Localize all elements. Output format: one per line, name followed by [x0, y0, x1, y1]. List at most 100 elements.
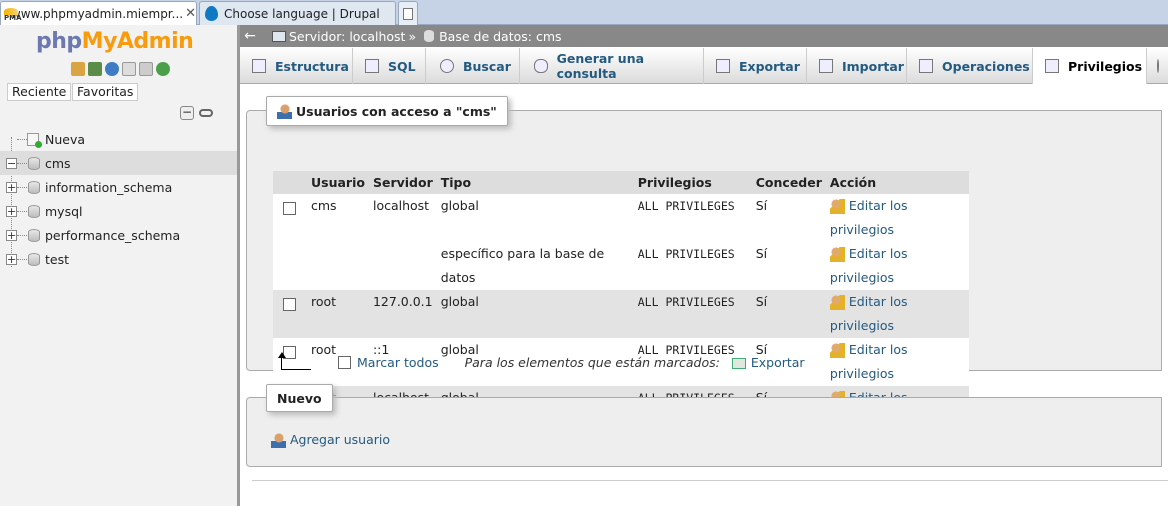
tree-item-cms[interactable]: − cms — [0, 151, 237, 175]
sql-icon — [365, 59, 379, 73]
tree-item-label[interactable]: test — [45, 252, 69, 267]
help-icon[interactable] — [105, 62, 119, 76]
tab-export[interactable]: Exportar — [704, 48, 807, 84]
tree-item-label[interactable]: information_schema — [45, 180, 172, 195]
tree-item-new[interactable]: Nueva — [0, 127, 237, 151]
tree-item-label[interactable]: cms — [45, 156, 71, 171]
add-user-link[interactable]: Agregar usuario — [271, 432, 390, 448]
edit-privileges-link[interactable]: Editar los privilegios — [825, 338, 969, 386]
expand-node-icon[interactable]: + — [6, 205, 17, 217]
col-action: Acción — [825, 171, 969, 194]
home-icon[interactable] — [71, 62, 85, 76]
tree-item-test[interactable]: + test — [0, 247, 237, 271]
wrench-icon — [919, 59, 933, 73]
collapse-node-icon[interactable]: − — [6, 157, 17, 169]
row-checkbox[interactable] — [283, 298, 296, 311]
divider — [252, 480, 1168, 481]
arrow-up-icon — [278, 351, 311, 370]
database-icon — [28, 204, 40, 218]
tree-item-label[interactable]: mysql — [45, 204, 83, 219]
phpmyadmin-logo[interactable]: phpMyAdmin — [36, 29, 194, 54]
docs-icon[interactable] — [122, 62, 136, 76]
cell-host — [368, 242, 437, 290]
new-tab-button[interactable] — [398, 1, 418, 25]
breadcrumb: ← Servidor: localhost » Base de datos: c… — [240, 25, 1168, 47]
tree-item-mysql[interactable]: + mysql — [0, 199, 237, 223]
tab-search[interactable]: Buscar — [426, 48, 520, 84]
edit-privileges-icon — [829, 247, 845, 262]
col-grant: Conceder — [751, 171, 826, 194]
drupal-favicon-icon — [205, 6, 218, 21]
main-content: Usuarios con acceso a "cms" Usuario Serv… — [240, 84, 1168, 506]
expand-node-icon[interactable]: + — [6, 181, 17, 193]
row-checkbox[interactable] — [283, 202, 296, 215]
table-row: root 127.0.0.1 global ALL PRIVILEGES Sí … — [273, 290, 969, 338]
recent-button[interactable]: Reciente — [7, 83, 72, 101]
table-row: cms localhost global ALL PRIVILEGES Sí E… — [273, 194, 969, 242]
tab-privileges[interactable]: Privilegios — [1033, 48, 1147, 85]
close-tab-icon[interactable]: ✕ — [185, 6, 196, 21]
collapse-all-icon[interactable]: − — [180, 106, 194, 120]
cell-type: global — [436, 194, 634, 242]
cell-privileges: ALL PRIVILEGES — [633, 194, 752, 242]
privileges-table: Usuario Servidor Tipo Privilegios Conced… — [273, 171, 969, 434]
import-icon — [819, 59, 833, 73]
breadcrumb-database[interactable]: Base de datos: cms — [439, 29, 561, 44]
export-selected-button[interactable]: Exportar — [731, 355, 805, 370]
check-all-checkbox[interactable] — [338, 356, 351, 369]
edit-privileges-link[interactable]: Editar los privilegios — [825, 290, 969, 338]
export-icon — [716, 59, 730, 73]
tree-item-label[interactable]: Nueva — [45, 132, 85, 147]
add-user-icon — [271, 433, 286, 448]
tab-operations[interactable]: Operaciones — [907, 48, 1033, 84]
browser-tab-label: www.phpmyadmin.miempr... — [10, 6, 184, 21]
database-icon — [28, 156, 40, 170]
cell-user — [307, 242, 369, 290]
users-icon — [277, 103, 292, 119]
database-tree: Nueva − cms + information_schema + mysql… — [0, 127, 237, 271]
main-menu: Estructura SQL Buscar Generar una consul… — [240, 48, 1168, 85]
edit-privileges-link[interactable]: Editar los privilegios — [825, 194, 969, 242]
new-database-icon — [27, 132, 42, 148]
settings-icon[interactable] — [139, 62, 153, 76]
cell-user: cms — [307, 194, 369, 242]
users-legend: Usuarios con acceso a "cms" — [266, 96, 508, 126]
reload-icon[interactable] — [156, 62, 170, 76]
new-legend: Nuevo — [266, 384, 333, 412]
export-icon — [731, 358, 746, 369]
tab-query[interactable]: Generar una consulta — [520, 48, 704, 84]
tree-item-label[interactable]: performance_schema — [45, 228, 180, 243]
search-icon — [440, 59, 454, 73]
tree-item-performance-schema[interactable]: + performance_schema — [0, 223, 237, 247]
tree-item-information-schema[interactable]: + information_schema — [0, 175, 237, 199]
navigation-sidebar: phpMyAdmin Reciente Favoritas − Nueva − … — [0, 25, 237, 506]
logout-icon[interactable] — [88, 62, 102, 76]
sidebar-icon-row — [71, 62, 170, 76]
new-user-fieldset: Nuevo Agregar usuario — [246, 384, 1162, 467]
gear-icon — [1157, 59, 1159, 73]
browser-tab-drupal[interactable]: Choose language | Drupal — [199, 1, 396, 25]
query-icon — [534, 59, 548, 73]
col-user: Usuario — [307, 171, 369, 194]
edit-privileges-link[interactable]: Editar los privilegios — [825, 242, 969, 290]
favorites-button[interactable]: Favoritas — [72, 83, 139, 101]
tab-more[interactable] — [1147, 48, 1168, 84]
new-tab-icon — [403, 7, 413, 20]
edit-privileges-icon — [829, 343, 845, 358]
browser-tab-label: Choose language | Drupal — [224, 6, 380, 21]
database-icon — [28, 228, 40, 242]
database-icon — [28, 252, 40, 266]
table-header-row: Usuario Servidor Tipo Privilegios Conced… — [273, 171, 969, 194]
expand-node-icon[interactable]: + — [6, 229, 17, 241]
breadcrumb-server[interactable]: Servidor: localhost — [289, 29, 405, 44]
cell-host: 127.0.0.1 — [368, 290, 437, 338]
check-all-link[interactable]: Marcar todos — [357, 355, 439, 370]
tab-structure[interactable]: Estructura — [240, 48, 353, 84]
link-with-main-icon[interactable] — [199, 109, 213, 117]
expand-node-icon[interactable]: + — [6, 253, 17, 265]
bulk-actions-row: Marcar todos Para los elementos que está… — [278, 351, 805, 370]
tab-import[interactable]: Importar — [807, 48, 907, 84]
tab-sql[interactable]: SQL — [353, 48, 426, 84]
back-arrow-icon[interactable]: ← — [240, 28, 260, 44]
browser-tab-phpmyadmin[interactable]: PMA www.phpmyadmin.miempr... ✕ — [0, 1, 197, 25]
